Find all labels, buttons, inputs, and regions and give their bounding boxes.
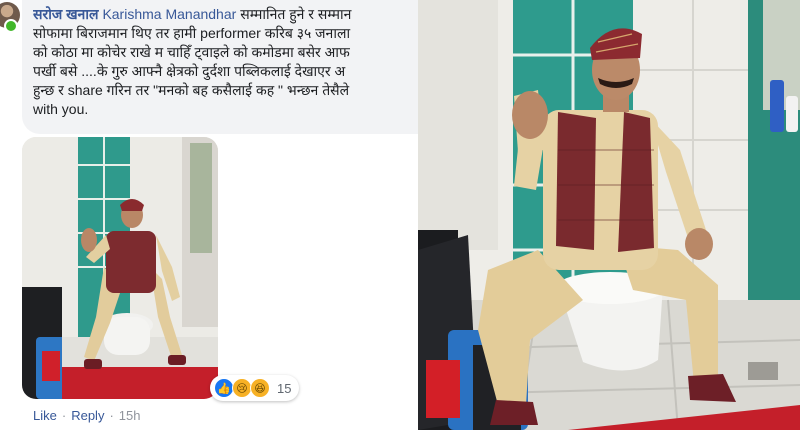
like-icon: 👍 bbox=[214, 378, 234, 398]
comment-line-5: हुन्छ र share गरिन तर "मनको बह कसैलाई कह… bbox=[33, 82, 350, 98]
like-link[interactable]: Like bbox=[33, 408, 57, 423]
reactions-summary[interactable]: 👍 😢 😆 15 bbox=[210, 375, 300, 401]
comment-timestamp[interactable]: 15h bbox=[119, 408, 141, 423]
reply-link[interactable]: Reply bbox=[71, 408, 104, 423]
comment-line-3: को कोठा मा कोचेर राखे म चाहिँ ट्वाइले को… bbox=[33, 44, 350, 60]
comment-line-6: with you. bbox=[33, 101, 89, 117]
separator: · bbox=[109, 408, 114, 423]
comment-line-4: पर्खी बसे ....के गुरु आफ्नै क्षेत्रको दु… bbox=[33, 63, 346, 79]
bathroom-photo-large bbox=[418, 0, 800, 430]
facebook-comment: सरोज खनाल Karishma Manandhar सम्मानित हुने… bbox=[0, 0, 418, 430]
enlarged-photo bbox=[418, 0, 800, 430]
comment-photo[interactable] bbox=[22, 137, 218, 399]
comment-actions: Like · Reply · 15h bbox=[33, 408, 141, 423]
comment-line-2: सोफामा बिराजमान थिए तर हामी performer कर… bbox=[33, 25, 351, 41]
separator: · bbox=[61, 408, 67, 423]
comment-body: सरोज खनाल Karishma Manandhar सम्मानित हुने… bbox=[33, 5, 418, 129]
comment-author[interactable]: सरोज खनाल bbox=[33, 6, 98, 22]
bathroom-photo-thumbnail bbox=[22, 137, 218, 399]
haha-icon: 😆 bbox=[250, 378, 270, 398]
comment-line-1: सम्मानित हुने र सम्मान bbox=[240, 6, 352, 22]
reaction-count: 15 bbox=[277, 380, 292, 396]
online-status-dot bbox=[4, 19, 18, 33]
mention-link[interactable]: Karishma Manandhar bbox=[102, 6, 236, 22]
sad-icon: 😢 bbox=[232, 378, 252, 398]
